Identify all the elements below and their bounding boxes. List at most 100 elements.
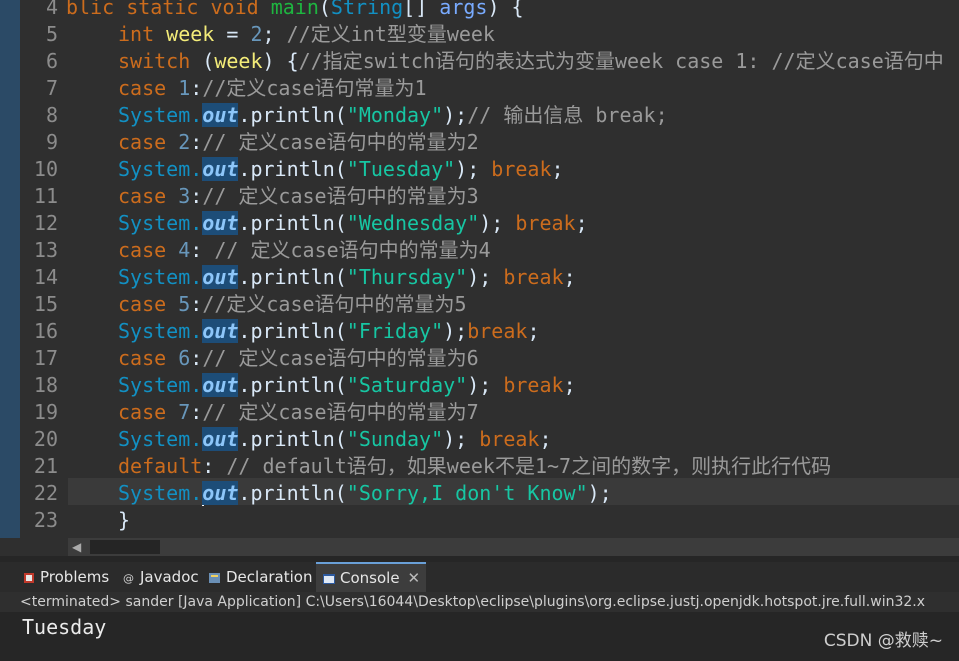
- line-number: 14: [33, 265, 58, 289]
- code-token: case: [118, 76, 179, 100]
- code-line[interactable]: case 3:// 定义case语句中的常量为3: [118, 183, 479, 210]
- code-line[interactable]: blic static void main(String[] args) {: [66, 0, 524, 21]
- tab-label: Javadoc: [140, 568, 199, 586]
- code-comment: // 定义case语句中的常量为7: [202, 400, 479, 424]
- code-token: ;: [527, 319, 540, 343]
- code-token: String: [330, 0, 404, 19]
- code-token: case: [118, 346, 179, 370]
- line-number: 15: [33, 292, 58, 316]
- code-token: );: [443, 319, 468, 343]
- watermark: CSDN @救赎~: [823, 631, 943, 651]
- code-token: :: [190, 184, 203, 208]
- code-token: );: [443, 103, 468, 127]
- line-number: 20: [33, 427, 58, 451]
- code-line[interactable]: case 7:// 定义case语句中的常量为7: [118, 399, 479, 426]
- code-token: .println(: [238, 157, 347, 181]
- code-line[interactable]: System.out.println("Sunday"); break;: [118, 426, 552, 453]
- javadoc-icon: @: [123, 572, 134, 585]
- scrollbar-thumb[interactable]: [90, 540, 160, 554]
- line-number: 7: [45, 76, 58, 100]
- code-line[interactable]: case 5://定义case语句中的常量为5: [118, 291, 467, 318]
- code-line[interactable]: case 4: // 定义case语句中的常量为4: [118, 237, 491, 264]
- code-line[interactable]: case 2:// 定义case语句中的常量为2: [118, 129, 479, 156]
- code-line[interactable]: System.out.println("Sorry,I don't Know")…: [118, 480, 612, 507]
- code-token: out: [202, 481, 239, 505]
- tab-declaration[interactable]: Declaration: [202, 562, 318, 592]
- line-number: 21: [33, 454, 58, 478]
- code-line[interactable]: switch (week) {//指定switch语句的表达式为变量week c…: [118, 48, 944, 75]
- code-token: 1: [178, 76, 191, 100]
- code-line[interactable]: }: [118, 507, 130, 534]
- code-token: blic static void: [66, 0, 271, 19]
- code-string: "Wednesday": [346, 211, 480, 235]
- code-line[interactable]: case 6:// 定义case语句中的常量为6: [118, 345, 479, 372]
- code-token: );: [443, 427, 480, 451]
- code-line[interactable]: System.out.println("Thursday"); break;: [118, 264, 576, 291]
- line-number: 13: [33, 238, 58, 262]
- code-token: out: [202, 373, 239, 397]
- code-string: "Thursday": [346, 265, 468, 289]
- code-line[interactable]: default: // default语句，如果week不是1~7之间的数字，则…: [118, 453, 831, 480]
- svg-text:@: @: [123, 572, 134, 585]
- code-line[interactable]: System.out.println("Saturday"); break;: [118, 372, 576, 399]
- code-token: case: [118, 400, 179, 424]
- code-token: ;: [539, 427, 552, 451]
- code-string: "Tuesday": [346, 157, 456, 181]
- code-token: case: [118, 238, 179, 262]
- code-token: :: [202, 454, 227, 478]
- tab-label: Declaration: [226, 568, 313, 586]
- close-icon[interactable]: ✕: [408, 569, 421, 587]
- code-token: .println(: [238, 319, 347, 343]
- code-token: ;: [563, 265, 576, 289]
- code-line[interactable]: int week = 2; //定义int型变量week: [118, 21, 495, 48]
- editor-left-strip: [0, 0, 20, 538]
- console-output-area[interactable]: Tuesday: [0, 612, 959, 661]
- horizontal-scrollbar[interactable]: ◀: [68, 538, 959, 556]
- code-token: (: [202, 49, 215, 73]
- code-token: out: [202, 157, 239, 181]
- code-token: break: [515, 211, 576, 235]
- scroll-left-icon[interactable]: ◀: [72, 538, 81, 556]
- code-token: );: [587, 481, 612, 505]
- line-number: 22: [33, 481, 58, 505]
- line-number: 6: [45, 49, 58, 73]
- code-line[interactable]: System.out.println("Tuesday"); break;: [118, 156, 564, 183]
- line-number: 9: [45, 130, 58, 154]
- code-token: ) {: [262, 49, 299, 73]
- code-token: :: [190, 400, 203, 424]
- code-comment: // 输出信息 break;: [467, 103, 668, 127]
- code-token: System.: [118, 427, 203, 451]
- code-token: }: [118, 508, 131, 532]
- code-token: out: [202, 265, 239, 289]
- code-token: .println(: [238, 265, 347, 289]
- code-editor[interactable]: 4 5 6 7 8 9 10 11 12 13 14 15 16 17 18 1…: [0, 0, 959, 538]
- code-token: 5: [178, 292, 191, 316]
- code-token: 2: [178, 130, 191, 154]
- code-token: System.: [118, 157, 203, 181]
- code-token: break: [467, 319, 528, 343]
- code-string: "Sunday": [346, 427, 444, 451]
- tab-label: Console: [340, 569, 400, 587]
- tab-javadoc[interactable]: @ Javadoc: [116, 562, 205, 592]
- code-token: week: [166, 22, 215, 46]
- line-number: 18: [33, 373, 58, 397]
- line-number: 16: [33, 319, 58, 343]
- tab-problems[interactable]: Problems: [16, 562, 115, 592]
- code-token: out: [202, 427, 239, 451]
- code-comment: //定义case语句常量为1: [202, 76, 427, 100]
- tab-console[interactable]: Console ✕: [316, 562, 427, 592]
- console-status: <terminated> sander [Java Application] C…: [0, 592, 959, 612]
- code-token: :: [190, 238, 215, 262]
- code-line[interactable]: case 1://定义case语句常量为1: [118, 75, 427, 102]
- code-line[interactable]: System.out.println("Monday");// 输出信息 bre…: [118, 102, 668, 129]
- code-token: System.: [118, 373, 203, 397]
- code-line[interactable]: System.out.println("Friday");break;: [118, 318, 539, 345]
- code-token: .println(: [238, 103, 347, 127]
- bottom-panel-tabs: Problems @ Javadoc Declaration Console ✕: [0, 562, 959, 592]
- code-token: break: [503, 265, 564, 289]
- code-token: break: [503, 373, 564, 397]
- code-token: break: [491, 157, 552, 181]
- code-line[interactable]: System.out.println("Wednesday"); break;: [118, 210, 588, 237]
- console-icon: [323, 573, 335, 584]
- code-token: week: [214, 49, 263, 73]
